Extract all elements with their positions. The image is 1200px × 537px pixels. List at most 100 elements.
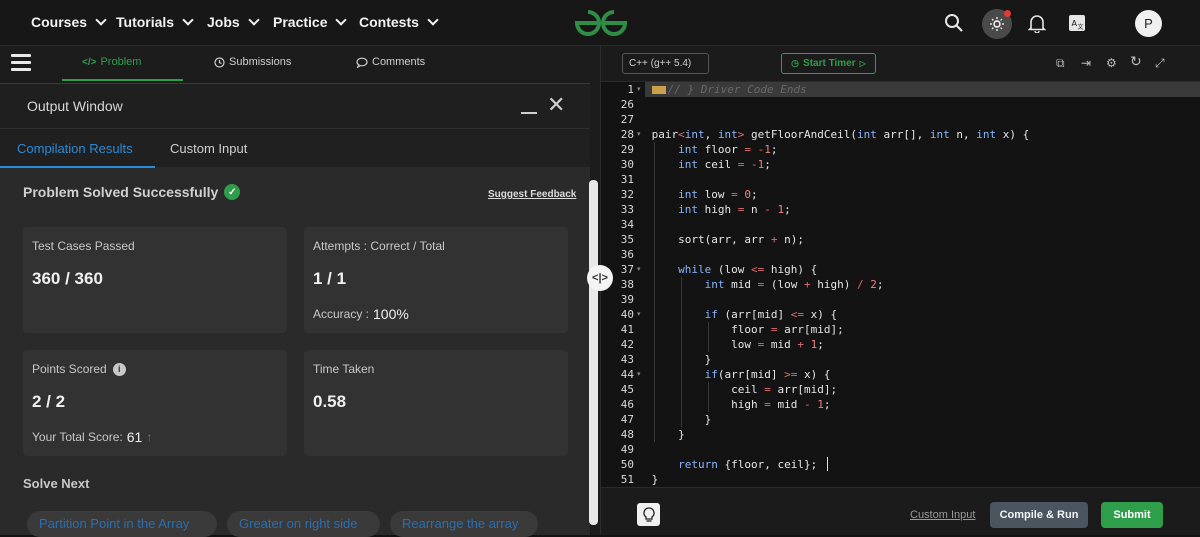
language-select-label: C++ (g++ 5.4) [629,58,692,69]
nav-contests[interactable]: Contests [359,14,439,30]
fold-arrow-icon[interactable]: ▾ [637,127,641,142]
avatar[interactable]: P [1135,10,1162,37]
fold-arrow-icon[interactable]: ▾ [637,307,641,322]
nav-courses[interactable]: Courses [31,14,107,30]
time-label: Time Taken [313,362,375,376]
bell-icon[interactable] [1024,10,1050,36]
accuracy-value: 100% [373,306,409,322]
tab-compilation-results[interactable]: Compilation Results [17,141,133,156]
export-icon[interactable]: ⇥ [1081,57,1093,69]
clock-icon: ◷ [791,58,800,68]
theme-toggle-button[interactable] [982,9,1012,39]
line-number: 47 [620,413,634,426]
accuracy-row: Accuracy : 100% [313,306,409,322]
code-line: int floor = -1; [678,143,778,156]
editor-toolbar: C++ (g++ 5.4) ◷ Start Timer ▷ ⧉ ⇥ ⚙ ↻ ⤢ [601,46,1200,82]
line-number: 30 [620,158,634,171]
gfg-logo-icon[interactable] [573,8,629,38]
solve-next-item[interactable]: Greater on right side [227,511,380,537]
solve-next-item[interactable]: Partition Point in the Array [27,511,217,537]
line-number: 49 [620,443,634,456]
info-icon[interactable]: i [112,362,126,376]
code-editor[interactable]: // } Driver Code Ends pair<int, int> get… [645,82,1200,487]
panel-resize-handle[interactable]: <|> [587,265,613,291]
attempts-value: 1 / 1 [313,269,347,288]
suggest-feedback-link[interactable]: Suggest Feedback [488,189,576,200]
tab-comments-label: Comments [372,56,426,68]
fold-arrow-icon[interactable]: ▾ [637,82,641,97]
tab-custom-input[interactable]: Custom Input [170,141,247,156]
compile-run-button[interactable]: Compile & Run [990,502,1088,528]
play-icon: ▷ [859,59,866,68]
editor-footer: Custom Input Compile & Run Submit [601,487,1200,535]
line-number: 48 [620,428,634,441]
line-number: 36 [620,248,634,261]
chevron-down-icon [335,14,348,26]
nav-tutorials[interactable]: Tutorials [116,14,194,30]
code-line: int ceil = -1; [678,158,771,171]
text-cursor [827,457,828,471]
close-icon[interactable]: ✕ [547,94,565,116]
nav-practice-label: Practice [273,14,328,30]
lightbulb-icon[interactable] [637,503,660,526]
line-number: 44 [620,368,634,381]
output-scrollbar[interactable] [589,180,598,525]
line-number: 29 [620,143,634,156]
time-value: 0.58 [313,392,347,411]
code-line: while (low <= high) { [678,263,818,276]
solve-next-item[interactable]: Rearrange the array [390,511,538,537]
line-number: 1 [627,83,634,96]
fold-arrow-icon[interactable]: ▾ [637,262,641,277]
copy-icon[interactable]: ⧉ [1056,57,1068,69]
code-line: // } Driver Code Ends [645,82,1200,97]
arrow-up-icon: ↑ [146,430,153,444]
submit-button[interactable]: Submit [1101,502,1163,528]
compile-run-label: Compile & Run [999,509,1079,521]
code-line: ceil = arr[mid]; [645,383,838,396]
start-timer-button[interactable]: ◷ Start Timer ▷ [781,53,876,74]
translate-icon[interactable]: A文 [1064,10,1090,36]
code-line: floor = arr[mid]; [731,323,844,336]
tab-comments[interactable]: Comments [356,56,425,68]
code-line: if(arr[mid] >= x) { [704,368,831,381]
solved-status: Problem Solved Successfully ✓ [23,184,241,200]
hamburger-menu-icon[interactable] [11,54,31,72]
chevron-down-icon [95,14,107,26]
minimize-icon[interactable] [521,112,537,114]
custom-input-link[interactable]: Custom Input [910,509,975,521]
chevron-down-icon [248,14,260,26]
code-line: sort(arr, arr + n); [645,233,804,246]
tab-problem-label: Problem [100,56,142,68]
output-window: Output Window ✕ Compilation Results Cust… [0,83,590,537]
line-number: 50 [620,458,634,471]
total-score-row: Your Total Score: 61 ↑ [32,429,152,445]
points-label-row: Points Scored i [32,362,126,376]
code-line: low = mid + 1; [645,338,824,351]
line-number: 43 [620,353,634,366]
accuracy-label: Accuracy : [313,307,370,321]
search-icon[interactable] [941,10,967,36]
gear-icon[interactable]: ⚙ [1106,57,1118,69]
nav-jobs[interactable]: Jobs [207,14,260,30]
tab-problem[interactable]: </> Problem [82,56,141,68]
nav-practice[interactable]: Practice [273,14,348,30]
fullscreen-icon[interactable]: ⤢ [1155,57,1167,69]
language-select[interactable]: C++ (g++ 5.4) [622,53,709,74]
code-line: if (arr[mid] <= x) { [704,308,838,321]
fold-arrow-icon[interactable]: ▾ [637,367,641,382]
problem-panel: </> Problem Submissions Comments Output … [0,46,600,537]
tab-submissions[interactable]: Submissions [214,56,291,68]
solved-status-label: Problem Solved Successfully [23,184,219,200]
code-line: pair<int, int> getFloorAndCeil(int arr[]… [645,128,1030,141]
points-label: Points Scored [32,362,107,376]
output-window-header: Output Window ✕ [0,84,590,129]
comment-icon [356,57,368,68]
top-navbar: Courses Tutorials Jobs Practice Contests… [0,0,1200,46]
problem-subnav: </> Problem Submissions Comments [0,46,600,81]
code-line: } [645,428,685,441]
line-number: 45 [620,383,634,396]
test-cases-value: 360 / 360 [32,269,103,288]
code-comment: // } Driver Code Ends [667,83,807,96]
reset-icon[interactable]: ↻ [1130,54,1142,68]
code-line: } [645,473,659,486]
